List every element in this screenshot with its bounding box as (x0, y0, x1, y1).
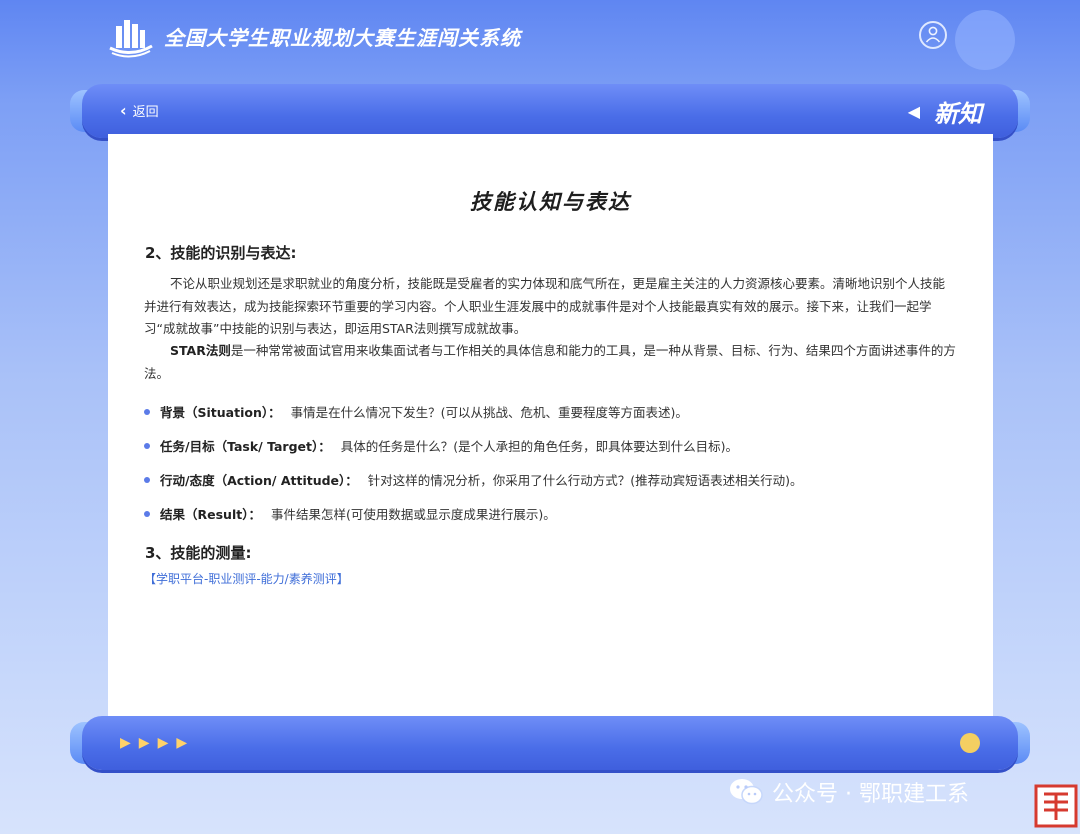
section2-heading: 2、技能的识别与表达: (145, 244, 297, 262)
list-item-term: 背景（Situation）： (160, 405, 281, 420)
arrow-right-icon: ▶ (120, 735, 131, 751)
list-item-term: 任务/目标（Task/ Target）： (160, 439, 331, 454)
section-tag: ◀ 新知 (908, 94, 982, 129)
top-header: 全国大学生职业规划大赛生涯闯关系统 (0, 0, 1080, 78)
arrow-right-icon: ▶ (176, 735, 188, 751)
document-title: 技能认知与表达 (470, 190, 631, 214)
list-item: 背景（Situation）： 事情是在什么情况下发生？(可以从挑战、危机、重要程… (144, 402, 688, 421)
watermark-text: 公众号 · 鄂职建工系 (772, 782, 969, 807)
list-item-term: 结果（Result）： (160, 507, 261, 522)
arrow-right-icon: ▶ (157, 735, 169, 751)
bullet-dot (144, 476, 150, 483)
corner-decoration (955, 10, 1015, 70)
triangle-left-icon: ◀ (907, 102, 920, 121)
user-profile-button[interactable] (919, 21, 947, 49)
list-item-text: 针对这样的情况分析，你采用了什么行动方式？(推荐动宾短语表述相关行动)。 (367, 473, 803, 488)
section3-heading: 3、技能的测量: (145, 544, 252, 562)
bullet-dot (144, 510, 150, 517)
list-item-text: 具体的任务是什么？(是个人承担的角色任务，即具体要达到什么目标)。 (340, 439, 739, 454)
list-item: 任务/目标（Task/ Target）： 具体的任务是什么？(是个人承担的角色任… (144, 436, 738, 455)
list-item-text: 事件结果怎样(可使用数据或显示度成果进行展示)。 (270, 507, 556, 522)
paragraph-star: STAR法则是一种常常被面试官用来收集面试者与工作相关的具体信息和能力的工具，是… (144, 340, 956, 385)
back-label: 返回 (132, 105, 159, 120)
chevron-left-icon: ‹ (120, 100, 127, 120)
user-icon (925, 26, 941, 43)
content-panel: 技能认知与表达 2、技能的识别与表达: 不论从职业规划还是求职就业的角度分析，技… (108, 134, 993, 724)
back-button[interactable]: ‹ 返回 (120, 101, 159, 120)
nav-bar: ‹ 返回 ◀ 新知 (82, 84, 1018, 138)
header-scroll-bar: ‹ 返回 ◀ 新知 (70, 84, 1030, 138)
list-item: 结果（Result）： 事件结果怎样(可使用数据或显示度成果进行展示)。 (144, 504, 556, 523)
arrow-right-icon: ▶ (138, 735, 150, 751)
bullet-dot (144, 408, 150, 415)
progress-arrows: ▶ ▶ ▶ ▶ (120, 735, 187, 751)
list-item: 行动/态度（Action/ Attitude）： 针对这样的情况分析，你采用了什… (144, 470, 803, 489)
list-item-text: 事情是在什么情况下发生？(可以从挑战、危机、重要程度等方面表述)。 (290, 405, 688, 420)
brand-stamp-icon (1034, 784, 1078, 828)
star-description: 是一种常常被面试官用来收集面试者与工作相关的具体信息和能力的工具，是一种从背景、… (144, 343, 956, 381)
bullet-dot (144, 442, 150, 449)
list-item-term: 行动/态度（Action/ Attitude）： (160, 473, 358, 488)
star-term: STAR法则 (170, 343, 231, 358)
status-dot (960, 733, 980, 753)
app-title: 全国大学生职业规划大赛生涯闯关系统 (164, 26, 521, 50)
footer-bar: ▶ ▶ ▶ ▶ (82, 716, 1018, 770)
section-label: 新知 (934, 100, 982, 128)
assessment-link[interactable]: 【学职平台-职业测评-能力/素养测评】 (144, 570, 349, 587)
logo-icon (109, 20, 153, 58)
wechat-icon (730, 779, 763, 805)
paragraph-intro: 不论从职业规划还是求职就业的角度分析，技能既是受雇者的实力体现和底气所在，更是雇… (144, 276, 946, 336)
footer-scroll-bar: ▶ ▶ ▶ ▶ (70, 716, 1030, 770)
watermark: 公众号 · 鄂职建工系 (728, 776, 969, 808)
